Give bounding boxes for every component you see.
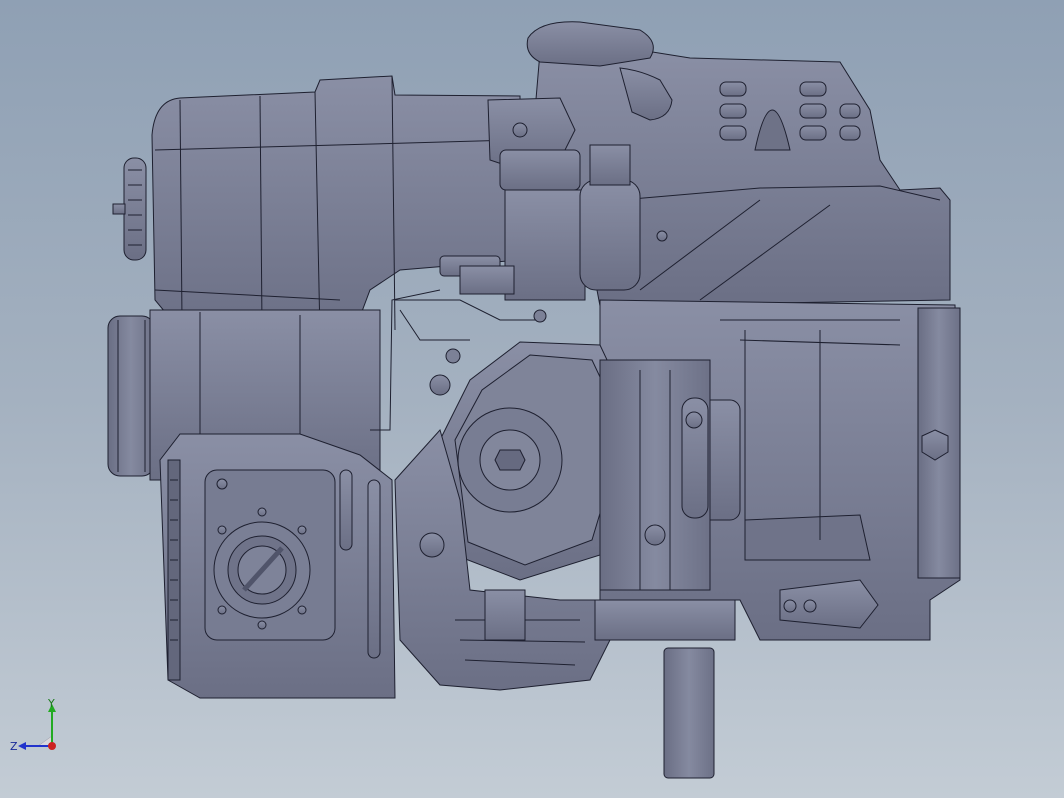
- crankshaft: [663, 647, 715, 779]
- z-axis-arrow: [18, 742, 26, 750]
- fuel-cap: [112, 157, 147, 261]
- cad-graphics-viewport[interactable]: Y Z: [0, 0, 1064, 798]
- engine-assembly-model[interactable]: [0, 0, 1064, 798]
- z-axis-label: Z: [10, 740, 18, 753]
- y-axis-label: Y: [47, 698, 55, 710]
- fuel-tank: [151, 75, 521, 337]
- x-axis-dot: [48, 742, 56, 750]
- view-orientation-triad: Y Z: [10, 698, 56, 753]
- cylinder-head-cover: [439, 341, 711, 591]
- muffler: [159, 433, 396, 699]
